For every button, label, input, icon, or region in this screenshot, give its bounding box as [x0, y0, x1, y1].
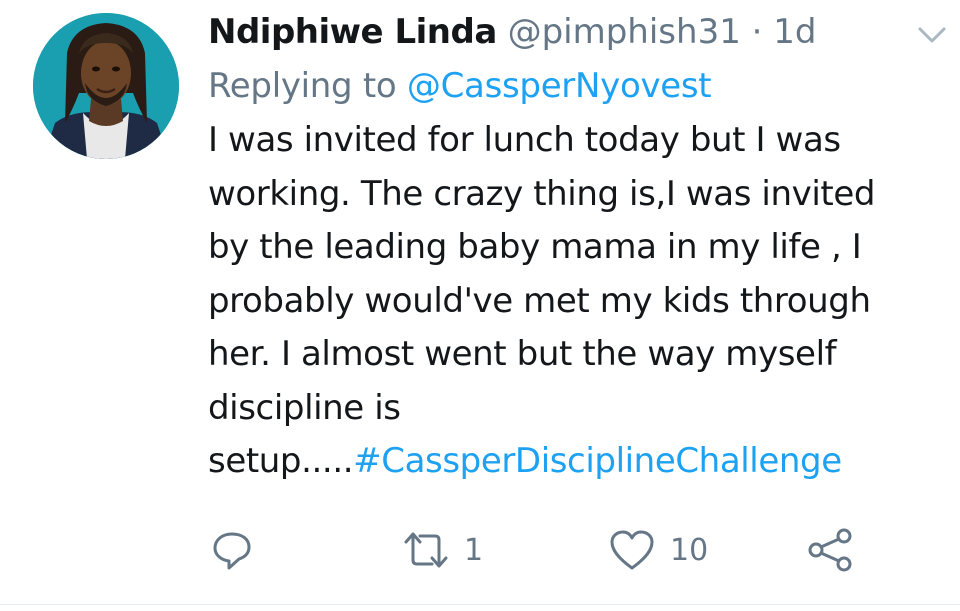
tweet-text-line: working. The crazy thing is,I was invite… — [208, 173, 876, 214]
tweet-text-line: discipline is — [208, 387, 401, 428]
tweet-text-tail: setup..... — [208, 441, 354, 481]
reply-icon — [210, 528, 254, 572]
avatar[interactable] — [33, 13, 179, 159]
retweet-button[interactable]: 1 — [402, 528, 483, 572]
tweet-header: Ndiphiwe Linda @pimphish31 · 1d — [208, 10, 948, 54]
chevron-down-icon[interactable] — [916, 24, 948, 46]
share-button[interactable] — [806, 528, 854, 572]
tweet-text: I was invited for lunch today but I was … — [208, 114, 948, 489]
reply-button[interactable] — [210, 528, 254, 572]
tweet-text-line: her. I almost went but the way myself — [208, 334, 837, 374]
share-icon — [806, 528, 854, 572]
tweet-text-line: I was invited for lunch today but I was — [208, 120, 841, 160]
display-name[interactable]: Ndiphiwe Linda — [208, 12, 497, 52]
avatar-image — [33, 13, 179, 159]
divider — [0, 604, 960, 605]
tweet-text-line: probably would've met my kids through — [208, 280, 871, 321]
replying-to-label: Replying to — [208, 66, 397, 106]
header-separator: · — [751, 12, 763, 52]
tweet-text-last-line: setup.....#CassperDisciplineChallenge — [208, 435, 948, 489]
heart-icon — [608, 528, 656, 572]
tweet-content: Ndiphiwe Linda @pimphish31 · 1d Replying… — [208, 10, 948, 489]
reply-mention-link[interactable]: @CassperNyovest — [407, 66, 712, 106]
timestamp[interactable]: 1d — [773, 12, 816, 52]
tweet-card: Ndiphiwe Linda @pimphish31 · 1d Replying… — [0, 0, 960, 611]
retweet-count: 1 — [464, 532, 484, 568]
tweet-actions: 1 10 — [0, 520, 960, 580]
tweet-text-line: by the leading baby mama in my life , I — [208, 227, 862, 267]
user-handle[interactable]: @pimphish31 — [508, 12, 741, 52]
like-button[interactable]: 10 — [608, 528, 708, 572]
hashtag-link[interactable]: #CassperDisciplineChallenge — [353, 441, 842, 481]
retweet-icon — [402, 528, 450, 572]
replying-to: Replying to @CassperNyovest — [208, 64, 948, 108]
like-count: 10 — [670, 532, 709, 568]
